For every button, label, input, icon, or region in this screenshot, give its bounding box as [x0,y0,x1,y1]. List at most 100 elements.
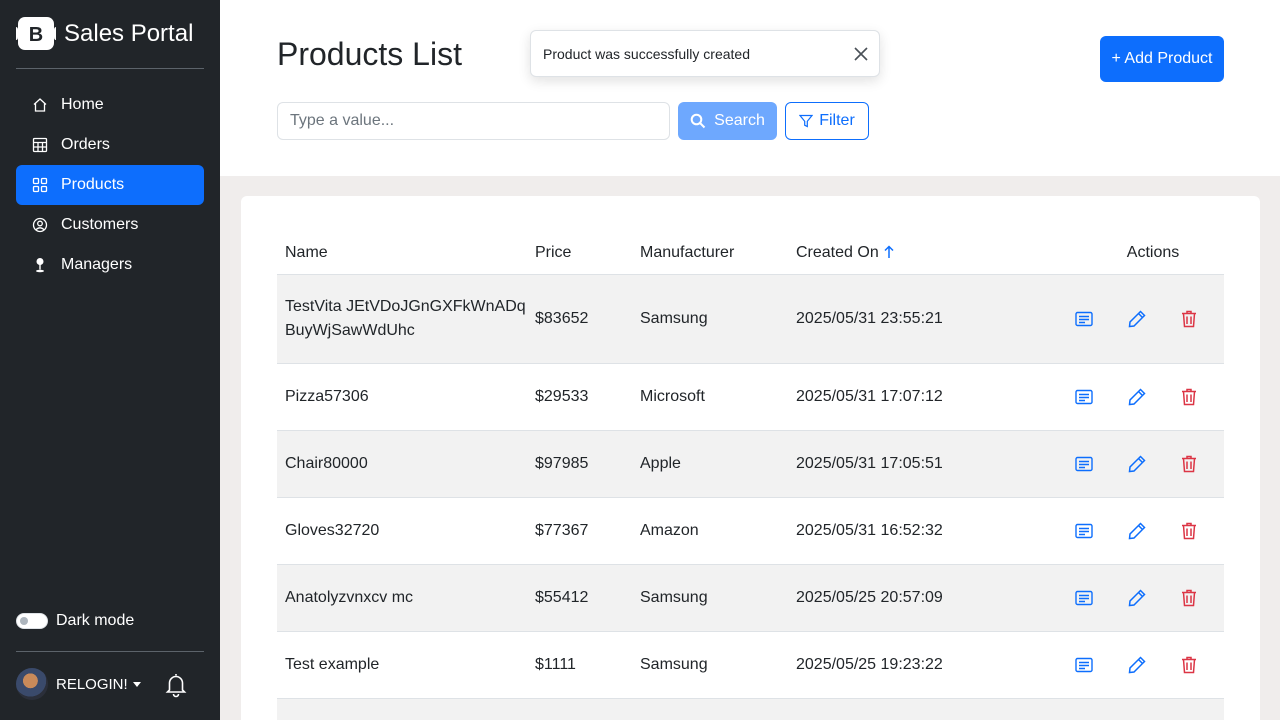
cell-actions [1044,521,1224,541]
sidebar: B Sales Portal Home Orders Products Cust… [0,0,220,720]
table-row: Pizza57306 $29533 Microsoft 2025/05/31 17:0… [277,364,1224,431]
user-menu[interactable]: RELOGIN! [16,668,141,700]
column-header-price[interactable]: Price [527,244,632,262]
search-button-label: Search [714,112,765,129]
person-pin-icon [36,258,44,273]
edit-pencil-icon[interactable] [1127,521,1147,541]
column-header-manufacturer[interactable]: Manufacturer [632,244,788,262]
toast-message: Product was successfully created [543,45,750,62]
user-name: RELOGIN! [56,675,128,693]
details-icon[interactable] [1074,454,1094,474]
add-product-button[interactable]: + Add Product [1100,36,1224,82]
details-icon[interactable] [1074,387,1094,407]
cell-manufacturer: Microsoft [640,388,705,405]
cell-name: Pizza57306 [285,388,369,405]
bell-icon[interactable] [164,672,188,698]
cell-manufacturer: Samsung [640,310,708,327]
trash-icon[interactable] [1179,655,1199,675]
cell-manufacturer: Amazon [640,522,699,539]
column-header-name[interactable]: Name [277,241,527,265]
funnel-icon [799,114,814,128]
house-icon [33,98,47,112]
cell-name: TestVita JEtVDoJGnGXFkWnADqBuyWjSawWdUhc [285,298,526,339]
table-body: TestVita JEtVDoJGnGXFkWnADqBuyWjSawWdUhc… [277,275,1224,720]
avatar [16,668,48,700]
cell-actions [1044,655,1224,675]
cell-actions [1044,588,1224,608]
edit-pencil-icon[interactable] [1127,655,1147,675]
sidebar-item-label: Products [61,176,125,193]
trash-icon[interactable] [1179,588,1199,608]
bootstrap-logo-icon: B [16,17,56,50]
trash-icon[interactable] [1179,521,1199,541]
cell-created-on: 2025/05/31 16:52:32 [796,522,943,539]
cell-manufacturer: Apple [640,455,681,472]
close-icon[interactable] [853,46,869,62]
table-row: TestVita JEtVDoJGnGXFkWnADqBuyWjSawWdUhc… [277,275,1224,364]
filter-button[interactable]: Filter [785,102,869,140]
cell-price: $83652 [535,310,589,327]
details-icon[interactable] [1074,521,1094,541]
chevron-down-icon [132,681,141,687]
sidebar-divider [16,68,204,69]
person-circle-icon [32,217,48,233]
cell-created-on: 2025/05/25 19:23:22 [796,656,943,673]
sidebar-item-home[interactable]: Home [16,85,204,125]
sidebar-item-label: Orders [61,136,110,153]
products-table: Name Price Manufacturer Created On Actio… [277,232,1224,720]
edit-pencil-icon[interactable] [1127,387,1147,407]
cell-name: Test example [285,656,380,673]
table-row: Anatolyzvnxcv mc $55412 Samsung 2025/05/25 … [277,565,1224,632]
dark-mode-switch[interactable] [16,613,48,629]
sidebar-item-label: Home [61,96,104,113]
trash-icon[interactable] [1179,309,1199,329]
table-header: Name Price Manufacturer Created On Actio… [277,232,1224,275]
column-header-actions: Actions [1126,244,1180,261]
page-title: Products List [277,36,462,72]
app-title: Sales Portal [64,19,194,47]
brand[interactable]: B Sales Portal [16,17,193,50]
filter-button-label: Filter [819,112,855,129]
sidebar-item-orders[interactable]: Orders [16,125,204,165]
page-header: Products List + Add Product Search Filte… [220,0,1280,176]
cell-actions [1044,387,1224,407]
cell-created-on: 2025/05/31 23:55:21 [796,310,943,327]
cell-created-on: 2025/05/25 20:57:09 [796,589,943,606]
sidebar-item-customers[interactable]: Customers [16,205,204,245]
column-header-created-on[interactable]: Created On [788,244,1044,262]
arrow-up-icon [884,245,894,258]
search-icon [690,113,706,129]
search-button[interactable]: Search [678,102,777,140]
table-row [277,699,1224,720]
sidebar-item-label: Managers [61,256,133,273]
cell-created-on: 2025/05/31 17:07:12 [796,388,943,405]
cell-price: $1111 [535,656,576,673]
cell-manufacturer: Samsung [640,589,708,606]
success-toast: Product was successfully created [530,30,880,77]
cell-name: Anatolyzvnxcv mc [285,589,414,606]
sidebar-divider-bottom [16,651,204,652]
sidebar-nav: Home Orders Products Customers Managers [16,85,204,285]
sidebar-item-products[interactable]: Products [16,165,204,205]
cell-price: $55412 [535,589,589,606]
edit-pencil-icon[interactable] [1127,454,1147,474]
details-icon[interactable] [1074,655,1094,675]
edit-pencil-icon[interactable] [1127,588,1147,608]
table-row: Test example $1111 Samsung 2025/05/25 19:23… [277,632,1224,699]
trash-icon[interactable] [1179,454,1199,474]
products-table-card: Name Price Manufacturer Created On Actio… [241,196,1260,720]
cell-name: Gloves32720 [285,522,380,539]
dark-mode-toggle[interactable]: Dark mode [16,612,134,630]
sidebar-item-managers[interactable]: Managers [16,245,204,285]
table-icon [32,137,48,153]
column-header-label: Created On [796,244,879,261]
dark-mode-label: Dark mode [56,612,135,629]
search-input[interactable] [277,102,670,140]
details-icon[interactable] [1074,588,1094,608]
cell-created-on: 2025/05/31 17:05:51 [796,455,943,472]
edit-pencil-icon[interactable] [1127,309,1147,329]
details-icon[interactable] [1074,309,1094,329]
table-row: Chair80000 $97985 Apple 2025/05/31 17:05:51 [277,431,1224,498]
cell-price: $29533 [535,388,589,405]
trash-icon[interactable] [1179,387,1199,407]
